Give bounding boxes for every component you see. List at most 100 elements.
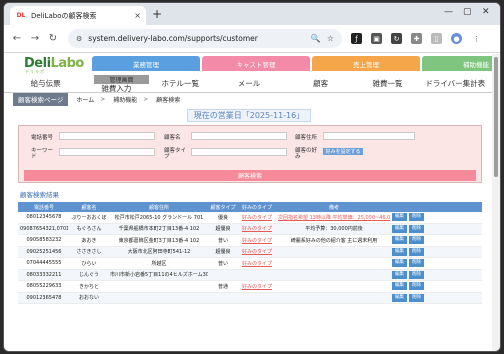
url-text[interactable]: system.delivery-labo.com/supports/custom… [88, 34, 305, 43]
edit-button[interactable]: 編集 [392, 247, 407, 256]
edit-button[interactable]: 編集 [392, 213, 407, 222]
col-address: 顧客住所 [148, 204, 169, 211]
site-info-icon[interactable]: ⚙ [76, 35, 82, 43]
cell-address: 千葉県船橋市本町2丁目13番-4 102 [118, 226, 200, 233]
row-actions: 編集 削除 [390, 282, 428, 291]
extensions-puzzle-icon[interactable]: ✚ [411, 33, 422, 44]
row-actions: 編集 削除 [390, 213, 428, 222]
col-tel: 電話番号 [33, 204, 54, 211]
menu-support[interactable]: 補助機能 [422, 56, 494, 71]
type-label: 顧客タイプ [164, 148, 187, 160]
close-tab-icon[interactable]: × [134, 11, 141, 20]
table-row[interactable]: 09058583232 あおき 東京都葛飾区金町3丁目13番-4 102 普い 好みのタ… [18, 235, 482, 247]
name-input[interactable] [191, 132, 287, 140]
cell-note[interactable]: 次回指名希望 13時以降 平均単価：25,000~46,000 [276, 214, 390, 221]
table-row[interactable]: 09025251456 ささきさし 大阪市北区阿田寺町541-12 超優良 好みのタイプ… [18, 246, 482, 258]
back-icon[interactable]: ← [8, 33, 26, 44]
nav-hotel-list[interactable]: ホテル一覧 [145, 78, 215, 89]
close-window-icon[interactable]: ✕ [482, 7, 490, 17]
edit-button[interactable]: 編集 [392, 293, 407, 302]
delete-button[interactable]: 削除 [409, 236, 424, 245]
browser-tab[interactable]: DL DeliLaboの顧客検索 × [10, 6, 146, 25]
cell-address: 松戸市松戸2065-10 グランドール 701 [114, 214, 204, 221]
scrollbar-thumb[interactable] [494, 57, 498, 177]
row-actions: 編集 削除 [390, 270, 428, 279]
edit-button[interactable]: 編集 [392, 224, 407, 233]
delete-button[interactable]: 削除 [409, 259, 424, 268]
address-input[interactable] [323, 132, 415, 140]
table-row[interactable]: 08055229633 きかちと 普通 好みのタイプ 編集 削除 [18, 281, 482, 293]
breadcrumb-home[interactable]: ホーム [76, 95, 94, 104]
delete-button[interactable]: 削除 [409, 247, 424, 256]
reload-icon[interactable]: ↻ [44, 33, 62, 44]
management-screen-overlay[interactable]: 管理画面 [94, 75, 149, 84]
col-favorite: 好みのタイプ [241, 204, 272, 211]
nav-misc-list[interactable]: 雑費一覧 [358, 78, 416, 89]
results-title: 顧客検索結果 [20, 191, 59, 199]
nav-misc-input[interactable]: 雑費入力 [87, 83, 145, 94]
search-icon[interactable]: 🔍 [311, 34, 321, 43]
bookmark-star-icon[interactable]: ☆ [327, 34, 334, 43]
delete-button[interactable]: 削除 [409, 213, 424, 222]
tel-input[interactable] [59, 132, 155, 140]
breadcrumb-support[interactable]: 補助機能 [113, 95, 137, 104]
menu-sales[interactable]: 売上管理 [312, 56, 420, 71]
menu-cast[interactable]: キャスト管理 [202, 56, 310, 71]
minimize-icon[interactable]: — [444, 7, 453, 17]
menu-kebab-icon[interactable]: ⋮ [471, 33, 482, 44]
set-favorite-button[interactable]: 好みを設定する [323, 148, 363, 155]
edit-button[interactable]: 編集 [392, 270, 407, 279]
customer-search-button[interactable]: 顧客検索 [24, 170, 476, 181]
profile-avatar-icon[interactable]: ● [451, 33, 462, 44]
favorite-label: 顧客の好み [295, 148, 318, 160]
delete-button[interactable]: 削除 [409, 282, 424, 291]
cell-tel: 09058583232 [26, 237, 62, 244]
row-actions: 編集 削除 [390, 236, 428, 245]
nav-mail[interactable]: メール [215, 78, 283, 89]
edit-button[interactable]: 編集 [392, 236, 407, 245]
extension-icon[interactable]: ↻ [391, 33, 402, 44]
nav-salary-slip[interactable]: 給与伝票 [4, 78, 87, 89]
maximize-icon[interactable]: ▢ [463, 7, 472, 17]
extension-icon[interactable]: ƒ [351, 33, 362, 44]
cell-name: じんぐう [79, 272, 99, 279]
row-actions: 編集 削除 [390, 293, 428, 302]
breadcrumb-separator: > [100, 95, 106, 103]
table-row[interactable]: 07044445555 ひらい 所越区 普い 好みのタイプ 編集 削除 [18, 258, 482, 270]
site-header: DeliLabo デリラボ 業務管理 キャスト管理 売上管理 補助機能 [4, 54, 494, 74]
cell-favorite[interactable]: 好みのタイプ [236, 260, 276, 267]
cell-tel: 08055229633 [26, 283, 62, 290]
table-row[interactable]: 09012365478 おおない 編集 削除 [18, 292, 482, 304]
edit-button[interactable]: 編集 [392, 259, 407, 268]
table-row[interactable]: 08012345678 ぷりーおおくぼ 松戸市松戸2065-10 グランドール 70… [18, 212, 482, 224]
delete-button[interactable]: 削除 [409, 224, 424, 233]
keyword-input[interactable] [59, 148, 155, 156]
page-scrollbar[interactable] [492, 54, 500, 351]
delete-button[interactable]: 削除 [409, 270, 424, 279]
delete-button[interactable]: 削除 [409, 293, 424, 302]
cell-favorite[interactable]: 好みのタイプ [236, 225, 276, 232]
browser-toolbar: ← → ↻ ⚙ system.delivery-labo.com/support… [4, 25, 500, 53]
nav-driver-summary[interactable]: ドライバー集計表 [417, 78, 494, 89]
breadcrumb-current: 顧客検索ページ [13, 92, 69, 106]
sidebar-icon[interactable]: ▯ [431, 33, 442, 44]
cell-favorite[interactable]: 好みのタイプ [236, 248, 276, 255]
menu-business[interactable]: 業務管理 [92, 56, 200, 71]
nav-customer[interactable]: 顧客 [283, 78, 359, 89]
top-menu: 業務管理 キャスト管理 売上管理 補助機能 [92, 56, 494, 71]
cell-favorite[interactable]: 好みのタイプ [236, 283, 276, 290]
cell-favorite[interactable]: 好みのタイプ [236, 214, 276, 221]
type-select[interactable] [191, 148, 287, 156]
cell-tel: 08033332211 [26, 271, 62, 278]
breadcrumb: 顧客検索ページ ホーム > 補助機能 > 顧客検索 [4, 92, 494, 106]
edit-button[interactable]: 編集 [392, 282, 407, 291]
extension-icon[interactable]: ▣ [371, 33, 382, 44]
table-row[interactable]: 08033332211 じんぐう 市川市新小岩番5丁目11の4ヒルズホーム303 編集… [18, 269, 482, 281]
breadcrumb-customer-search[interactable]: 顧客検索 [156, 95, 180, 104]
new-tab-button[interactable]: + [152, 7, 162, 21]
forward-icon[interactable]: → [26, 33, 44, 44]
address-bar[interactable]: ⚙ system.delivery-labo.com/supports/cust… [68, 29, 342, 48]
cell-tel: 07044445555 [26, 260, 62, 267]
table-row[interactable]: 09087654321,07013142545 もぐろさん 千葉県船橋市本町2丁目1… [18, 223, 482, 235]
cell-favorite[interactable]: 好みのタイプ [236, 237, 276, 244]
